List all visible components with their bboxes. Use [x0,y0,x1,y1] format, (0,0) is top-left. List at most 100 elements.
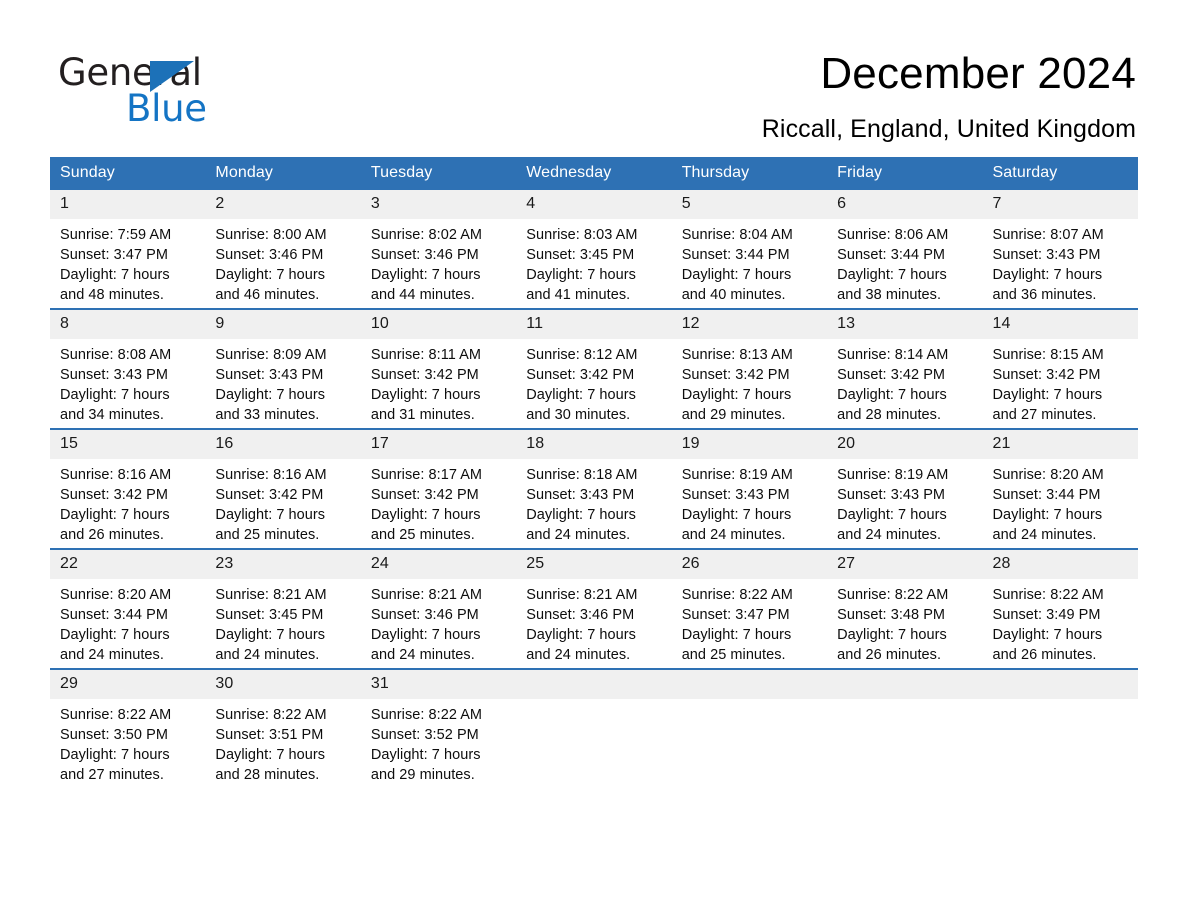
day-number: 27 [827,550,983,579]
daylight-text-line1: Daylight: 7 hours [60,267,170,283]
day-number: 31 [360,670,517,699]
day-cell[interactable]: 3 Sunrise: 8:02 AM Sunset: 3:46 PM Daylight… [360,190,517,309]
daylight-text-line1: Daylight: 7 hours [681,387,792,403]
day-details: Sunrise: 7:59 AM Sunset: 3:47 PM Daylight:… [50,219,205,305]
sunrise-text: Sunrise: 8:12 AM [526,347,638,363]
sunset-text: Sunset: 3:51 PM [215,727,324,743]
day-cell[interactable]: 8 Sunrise: 8:08 AM Sunset: 3:43 PM Daylight… [50,308,206,429]
daylight-text-line2: and 27 minutes. [60,767,164,783]
day-cell[interactable]: 14 Sunrise: 8:15 AM Sunset: 3:42 PM Dayligh… [982,308,1138,429]
day-cell[interactable]: 30 Sunrise: 8:22 AM Sunset: 3:51 PM Dayligh… [205,668,361,788]
day-cell[interactable]: 25 Sunrise: 8:21 AM Sunset: 3:46 PM Dayligh… [516,548,672,669]
daylight-text-line2: and 38 minutes. [837,287,942,303]
day-number: 29 [50,670,206,699]
day-number: 17 [360,430,517,459]
title-block: December 2024 Riccall, England, United K… [436,48,1136,145]
day-cell[interactable]: 6 Sunrise: 8:06 AM Sunset: 3:44 PM Daylight… [827,190,983,309]
day-number: 11 [516,310,672,339]
day-cell[interactable]: 5 Sunrise: 8:04 AM Sunset: 3:44 PM Daylight… [671,190,828,309]
sunset-text: Sunset: 3:43 PM [837,487,946,503]
day-cell[interactable]: 29 Sunrise: 8:22 AM Sunset: 3:50 PM Dayligh… [50,668,206,788]
generalblue-logo[interactable]: General Blue [58,52,378,132]
day-cell[interactable]: 20 Sunrise: 8:19 AM Sunset: 3:43 PM Dayligh… [827,428,983,549]
sunset-text: Sunset: 3:46 PM [370,607,479,623]
daylight-text-line2: and 34 minutes. [60,407,164,423]
day-cell[interactable]: 10 Sunrise: 8:11 AM Sunset: 3:42 PM Dayligh… [360,308,517,429]
daylight-text-line1: Daylight: 7 hours [837,267,947,283]
day-cell[interactable]: 17 Sunrise: 8:17 AM Sunset: 3:42 PM Dayligh… [360,428,517,549]
daylight-text-line2: and 25 minutes. [681,647,786,663]
daylight-text-line2: and 24 minutes. [526,527,631,543]
week-row: 29 Sunrise: 8:22 AM Sunset: 3:50 PM Dayligh… [50,668,1138,788]
day-cell[interactable]: 4 Sunrise: 8:03 AM Sunset: 3:45 PM Daylight… [516,190,672,309]
daylight-text-line1: Daylight: 7 hours [60,747,170,763]
day-cell[interactable]: 7 Sunrise: 8:07 AM Sunset: 3:43 PM Daylight… [982,190,1138,309]
day-cell[interactable]: 28 Sunrise: 8:22 AM Sunset: 3:49 PM Dayligh… [982,548,1138,669]
day-cell[interactable]: 1 Sunrise: 7:59 AM Sunset: 3:47 PM Daylight… [50,190,206,309]
day-details: Sunrise: 8:22 AM Sunset: 3:50 PM Daylight:… [50,699,205,785]
logo-text-blue: Blue [126,87,207,130]
day-cell[interactable]: 9 Sunrise: 8:09 AM Sunset: 3:43 PM Daylight… [205,308,361,429]
day-details: Sunrise: 8:14 AM Sunset: 3:42 PM Daylight:… [827,339,982,425]
sunset-text: Sunset: 3:46 PM [526,607,635,623]
sunrise-text: Sunrise: 8:14 AM [837,347,949,363]
sunrise-text: Sunrise: 8:04 AM [681,227,793,243]
sunrise-text: Sunrise: 8:21 AM [215,587,327,603]
daylight-text-line1: Daylight: 7 hours [992,627,1103,643]
day-cell[interactable]: 15 Sunrise: 8:16 AM Sunset: 3:42 PM Dayligh… [50,428,206,549]
day-cell[interactable]: 13 Sunrise: 8:14 AM Sunset: 3:42 PM Dayligh… [827,308,983,429]
sunrise-text: Sunrise: 8:21 AM [526,587,638,603]
day-cell[interactable]: 31 Sunrise: 8:22 AM Sunset: 3:52 PM Dayligh… [360,668,517,788]
day-cell[interactable]: 11 Sunrise: 8:12 AM Sunset: 3:42 PM Dayligh… [516,308,672,429]
sunset-text: Sunset: 3:43 PM [992,247,1101,263]
sunset-text: Sunset: 3:42 PM [60,487,168,503]
day-details: Sunrise: 8:16 AM Sunset: 3:42 PM Daylight:… [205,459,360,545]
daylight-text-line1: Daylight: 7 hours [60,387,170,403]
daylight-text-line1: Daylight: 7 hours [60,627,170,643]
sunrise-text: Sunrise: 8:20 AM [992,467,1104,483]
day-details: Sunrise: 8:22 AM Sunset: 3:48 PM Daylight:… [827,579,982,665]
day-number: 30 [205,670,361,699]
day-cell[interactable]: 24 Sunrise: 8:21 AM Sunset: 3:46 PM Dayligh… [360,548,517,669]
day-cell[interactable]: 12 Sunrise: 8:13 AM Sunset: 3:42 PM Dayligh… [671,308,828,429]
column-header-monday: Monday [205,157,361,190]
calendar-body: 1 Sunrise: 7:59 AM Sunset: 3:47 PM Daylight… [50,190,1138,788]
sunset-text: Sunset: 3:46 PM [215,247,324,263]
day-cell-empty [827,668,983,788]
day-cell[interactable]: 2 Sunrise: 8:00 AM Sunset: 3:46 PM Daylight… [205,190,361,309]
sunrise-text: Sunrise: 8:20 AM [60,587,172,603]
day-cell[interactable]: 27 Sunrise: 8:22 AM Sunset: 3:48 PM Dayligh… [827,548,983,669]
sunrise-text: Sunrise: 8:03 AM [526,227,638,243]
sunset-text: Sunset: 3:42 PM [370,367,479,383]
day-cell-empty [516,668,672,788]
sunrise-text: Sunrise: 8:22 AM [60,707,172,723]
day-cell[interactable]: 19 Sunrise: 8:19 AM Sunset: 3:43 PM Dayligh… [671,428,828,549]
sunset-text: Sunset: 3:45 PM [526,247,635,263]
week-row: 8 Sunrise: 8:08 AM Sunset: 3:43 PM Daylight… [50,308,1138,429]
sunset-text: Sunset: 3:43 PM [681,487,790,503]
day-cell[interactable]: 26 Sunrise: 8:22 AM Sunset: 3:47 PM Dayligh… [671,548,828,669]
day-details: Sunrise: 8:18 AM Sunset: 3:43 PM Daylight:… [516,459,671,545]
sunrise-text: Sunrise: 8:16 AM [215,467,327,483]
day-number: 13 [827,310,983,339]
daylight-text-line2: and 44 minutes. [370,287,475,303]
sunrise-text: Sunrise: 8:17 AM [370,467,483,483]
day-details: Sunrise: 8:13 AM Sunset: 3:42 PM Daylight:… [672,339,827,425]
day-cell[interactable]: 23 Sunrise: 8:21 AM Sunset: 3:45 PM Dayligh… [205,548,361,669]
day-cell[interactable]: 21 Sunrise: 8:20 AM Sunset: 3:44 PM Dayligh… [982,428,1138,549]
day-details: Sunrise: 8:02 AM Sunset: 3:46 PM Daylight:… [361,219,516,305]
daylight-text-line2: and 31 minutes. [370,407,475,423]
day-cell[interactable]: 22 Sunrise: 8:20 AM Sunset: 3:44 PM Dayligh… [50,548,206,669]
day-cell[interactable]: 18 Sunrise: 8:18 AM Sunset: 3:43 PM Dayligh… [516,428,672,549]
daylight-text-line2: and 26 minutes. [837,647,942,663]
sunset-text: Sunset: 3:43 PM [60,367,168,383]
day-details: Sunrise: 8:06 AM Sunset: 3:44 PM Daylight:… [827,219,982,305]
day-cell[interactable]: 16 Sunrise: 8:16 AM Sunset: 3:42 PM Dayligh… [205,428,361,549]
day-details [983,699,1138,705]
daylight-text-line2: and 25 minutes. [215,527,320,543]
sunset-text: Sunset: 3:44 PM [992,487,1101,503]
daylight-text-line2: and 36 minutes. [992,287,1097,303]
day-details: Sunrise: 8:20 AM Sunset: 3:44 PM Daylight:… [50,579,205,665]
day-number: 4 [516,190,672,219]
daylight-text-line2: and 40 minutes. [681,287,786,303]
